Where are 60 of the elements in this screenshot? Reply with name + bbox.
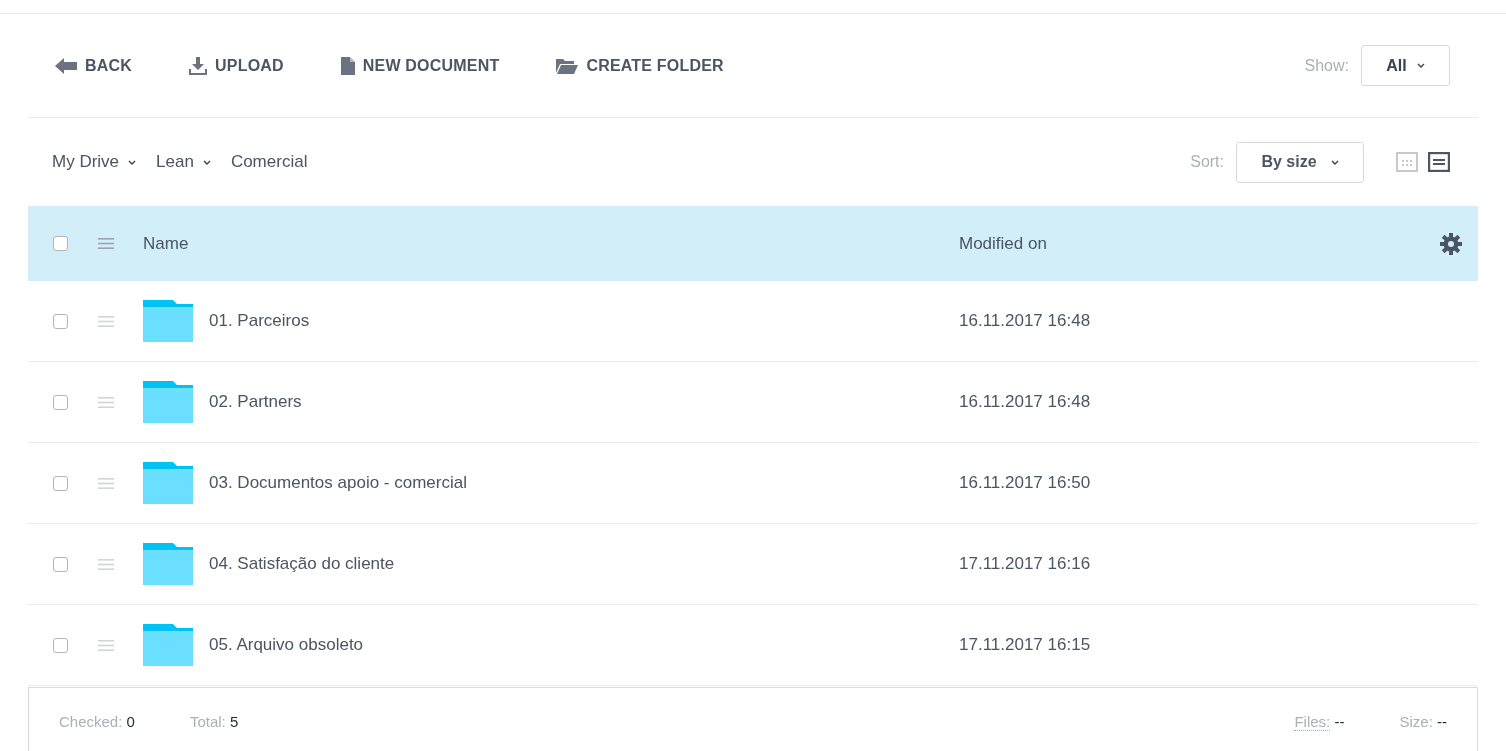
caret-icon: [1330, 159, 1339, 165]
checkbox[interactable]: [53, 475, 68, 491]
folder-icon: [143, 462, 193, 504]
download-icon: [189, 56, 208, 75]
sort-label: Sort:: [1190, 152, 1224, 172]
caret-icon: [128, 159, 137, 165]
show-label: Show:: [1304, 55, 1349, 76]
toolbar-button[interactable]: BACK: [55, 53, 133, 78]
modified-date: 16.11.2017 16:48: [959, 391, 1091, 414]
grid-view-icon[interactable]: [1396, 152, 1418, 172]
open-folder-icon: [556, 57, 579, 74]
table-row[interactable]: 05. Arquivo obsoleto 17.11.2017 16:15: [28, 605, 1478, 686]
checkbox[interactable]: [53, 637, 68, 653]
file-name[interactable]: 02. Partners: [209, 389, 959, 415]
checked-count: Checked: 0: [59, 711, 135, 732]
drag-handle-icon[interactable]: [98, 315, 114, 327]
sort-dropdown[interactable]: By size: [1236, 141, 1364, 183]
checkbox[interactable]: [53, 556, 68, 572]
file-name[interactable]: 05. Arquivo obsoleto: [209, 632, 959, 658]
settings-icon[interactable]: [1440, 232, 1462, 255]
toolbar-button[interactable]: CREATE FOLDER: [556, 53, 724, 78]
drag-handle-icon[interactable]: [98, 639, 114, 651]
caret-icon: [1416, 63, 1425, 68]
modified-date: 16.11.2017 16:48: [959, 310, 1091, 333]
column-header[interactable]: Modified on: [959, 230, 1047, 257]
column-header[interactable]: Name: [143, 230, 959, 257]
checkbox[interactable]: [53, 236, 68, 251]
breadcrumb-item[interactable]: Lean: [156, 149, 211, 175]
modified-date: 16.11.2017 16:50: [959, 472, 1091, 495]
table-row[interactable]: 04. Satisfação do cliente 17.11.2017 16:16: [28, 524, 1478, 605]
table-row[interactable]: 03. Documentos apoio - comercial 16.11.2017 16:50: [28, 443, 1478, 524]
breadcrumb-item[interactable]: Comercial: [230, 149, 308, 175]
file-name[interactable]: 01. Parceiros: [209, 308, 959, 334]
list-view-icon[interactable]: [1428, 152, 1450, 172]
table-row[interactable]: 02. Partners 16.11.2017 16:48: [28, 362, 1478, 443]
checkbox[interactable]: [53, 313, 68, 329]
checkbox[interactable]: [53, 394, 68, 410]
back-arrow-icon: [55, 57, 77, 74]
show-dropdown[interactable]: All: [1361, 45, 1450, 86]
drag-handle-icon[interactable]: [98, 396, 114, 408]
caret-icon: [202, 159, 211, 165]
modified-date: 17.11.2017 16:15: [959, 634, 1091, 657]
toolbar-button[interactable]: UPLOAD: [189, 53, 284, 78]
drag-handle-icon[interactable]: [98, 238, 114, 249]
breadcrumb-item[interactable]: My Drive: [52, 149, 137, 175]
folder-icon: [143, 381, 193, 423]
file-name[interactable]: 03. Documentos apoio - comercial: [209, 470, 959, 496]
document-icon: [340, 56, 355, 75]
table-row[interactable]: 01. Parceiros 16.11.2017 16:48: [28, 281, 1478, 362]
folder-icon: [143, 543, 193, 585]
total-count: Total: 5: [189, 711, 239, 732]
size-total: Size: --: [1399, 711, 1447, 732]
toolbar-button[interactable]: NEW DOCUMENT: [340, 53, 500, 78]
folder-icon: [143, 624, 193, 666]
files-count: Files: --: [1294, 711, 1345, 733]
modified-date: 17.11.2017 16:16: [959, 553, 1091, 576]
drag-handle-icon[interactable]: [98, 477, 114, 489]
drag-handle-icon[interactable]: [98, 558, 114, 570]
file-name[interactable]: 04. Satisfação do cliente: [209, 551, 959, 577]
folder-icon: [143, 300, 193, 342]
